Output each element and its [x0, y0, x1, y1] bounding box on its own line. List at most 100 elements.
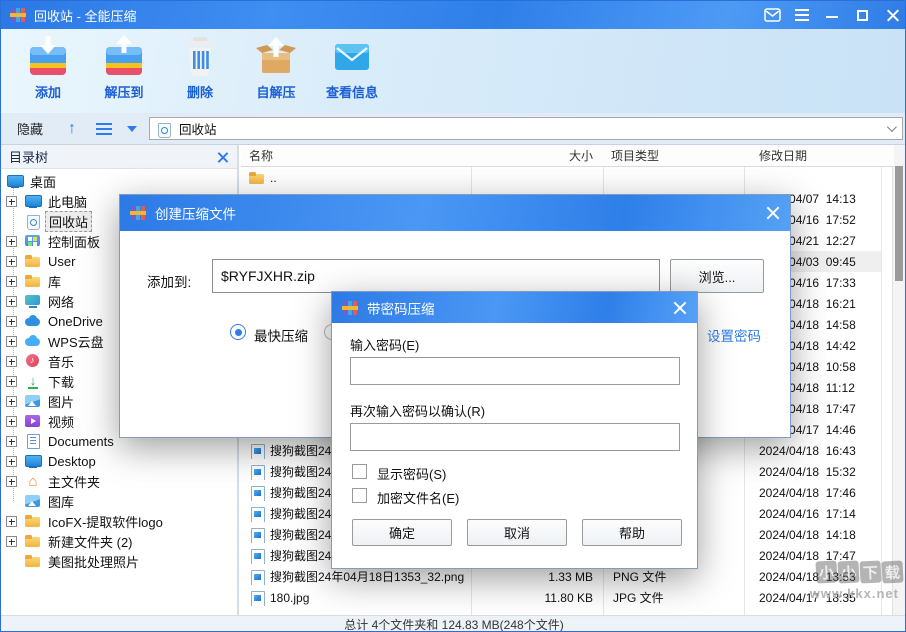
- main-toolbar: 添加 解压到 删除: [1, 29, 906, 113]
- expand-icon[interactable]: [6, 436, 17, 447]
- view-list-icon[interactable]: [96, 123, 112, 135]
- menu-button[interactable]: [787, 1, 817, 29]
- encrypt-filenames-checkbox[interactable]: [352, 488, 367, 503]
- dialog-titlebar[interactable]: 创建压缩文件: [120, 195, 790, 231]
- tree-item-home-folder[interactable]: 主文件夹: [1, 471, 237, 491]
- tree-item-desktop-root[interactable]: 桌面: [1, 171, 237, 191]
- column-name[interactable]: 名称: [241, 147, 471, 164]
- fastest-compress-radio[interactable]: [230, 324, 246, 340]
- sfx-button[interactable]: 自解压: [239, 34, 313, 108]
- app-logo-icon: [10, 7, 26, 23]
- table-row[interactable]: ..: [241, 167, 894, 188]
- archive-name-input[interactable]: [212, 259, 660, 293]
- tree-panel-header: 目录树: [1, 145, 237, 169]
- recycle-bin-icon: [24, 213, 42, 229]
- hide-panel-button[interactable]: 隐藏: [17, 119, 43, 138]
- confirm-password-input[interactable]: [350, 423, 680, 451]
- enter-password-label: 输入密码(E): [350, 335, 419, 354]
- confirm-password-label: 再次输入密码以确认(R): [350, 401, 485, 420]
- view-info-button[interactable]: 查看信息: [315, 34, 389, 108]
- expand-icon[interactable]: [6, 376, 17, 387]
- password-input[interactable]: [350, 357, 680, 385]
- column-date[interactable]: 修改日期: [744, 147, 807, 164]
- minimize-button[interactable]: [817, 1, 847, 29]
- show-password-checkbox[interactable]: [352, 464, 367, 479]
- folder-icon: [24, 273, 42, 289]
- expand-icon[interactable]: [6, 316, 17, 327]
- tree-item-desktop[interactable]: Desktop: [1, 451, 237, 471]
- archive-extract-icon: [102, 34, 146, 80]
- expand-icon[interactable]: [6, 456, 17, 467]
- address-bar[interactable]: 回收站: [149, 117, 903, 140]
- dialog-titlebar[interactable]: 带密码压缩: [332, 292, 697, 323]
- window-title: 回收站 - 全能压缩: [34, 6, 137, 25]
- expand-icon[interactable]: [6, 256, 17, 267]
- column-type[interactable]: 项目类型: [603, 147, 744, 164]
- dialog-title: 创建压缩文件: [155, 203, 236, 223]
- image-file-icon: [248, 548, 266, 564]
- app-logo-icon: [342, 300, 358, 316]
- column-size[interactable]: 大小: [471, 147, 603, 164]
- download-icon: [24, 373, 42, 389]
- expand-icon[interactable]: [6, 416, 17, 427]
- image-file-icon: [248, 590, 266, 606]
- tree-item-gallery[interactable]: 图库: [1, 491, 237, 511]
- mail-info-icon: [330, 34, 374, 80]
- maximize-button[interactable]: [847, 1, 877, 29]
- address-text: 回收站: [179, 119, 217, 138]
- ok-button[interactable]: 确定: [352, 519, 452, 546]
- close-icon[interactable]: [766, 206, 780, 220]
- computer-icon: [24, 193, 42, 209]
- address-dropdown-icon[interactable]: [887, 122, 897, 132]
- extract-to-button[interactable]: 解压到: [87, 34, 161, 108]
- image-file-icon: [248, 506, 266, 522]
- expand-icon[interactable]: [6, 516, 17, 527]
- image-file-icon: [248, 464, 266, 480]
- tree-item-icofx[interactable]: IcoFX-提取软件logo: [1, 511, 237, 531]
- expand-icon[interactable]: [6, 476, 17, 487]
- delete-button[interactable]: 删除: [163, 34, 237, 108]
- tree-item-new-folder[interactable]: 新建文件夹 (2): [1, 531, 237, 551]
- scrollbar-thumb[interactable]: [895, 166, 903, 281]
- feedback-mail-button[interactable]: [757, 1, 787, 29]
- hamburger-icon: [795, 9, 809, 21]
- dialog-body: 输入密码(E) 再次输入密码以确认(R) 显示密码(S) 加密文件名(E) 确定…: [332, 323, 697, 568]
- maximize-icon: [857, 10, 868, 21]
- status-bar: 总计 4个文件夹和 124.83 MB(248个文件): [1, 615, 906, 632]
- expand-icon[interactable]: [6, 396, 17, 407]
- expand-icon[interactable]: [6, 536, 17, 547]
- expand-icon[interactable]: [6, 356, 17, 367]
- up-directory-icon[interactable]: ↑: [57, 120, 87, 138]
- show-password-label: 显示密码(S): [377, 464, 446, 483]
- folder-icon: [24, 553, 42, 569]
- tree-item-meitu[interactable]: 美图批处理照片: [1, 551, 237, 571]
- close-icon[interactable]: [673, 301, 687, 315]
- dropdown-caret-icon[interactable]: [127, 126, 137, 132]
- vertical-scrollbar[interactable]: [892, 145, 905, 615]
- toolbar-label: 自解压: [256, 82, 295, 101]
- expand-icon[interactable]: [6, 236, 17, 247]
- network-icon: [24, 293, 42, 309]
- app-window: 回收站 - 全能压缩 添加: [0, 0, 906, 632]
- cancel-button[interactable]: 取消: [467, 519, 567, 546]
- dialog-title: 带密码压缩: [367, 298, 435, 318]
- browse-button[interactable]: 浏览...: [670, 259, 764, 293]
- help-button[interactable]: 帮助: [582, 519, 682, 546]
- set-password-link[interactable]: 设置密码: [707, 325, 761, 345]
- add-button[interactable]: 添加: [11, 34, 85, 108]
- encrypt-filenames-label: 加密文件名(E): [377, 488, 459, 507]
- document-icon: [24, 433, 42, 449]
- table-row[interactable]: 搜狗截图24年04月18日1353_32.png1.33 MBPNG 文件202…: [241, 566, 894, 587]
- toolbar-label: 查看信息: [326, 82, 378, 101]
- close-button[interactable]: [877, 1, 906, 29]
- expand-icon[interactable]: [6, 296, 17, 307]
- password-dialog: 带密码压缩 输入密码(E) 再次输入密码以确认(R) 显示密码(S) 加密文件名…: [331, 291, 698, 569]
- desktop-icon: [6, 173, 24, 189]
- expand-icon[interactable]: [6, 196, 17, 207]
- table-row[interactable]: 180.jpg11.80 KBJPG 文件2024/04/17 18:35: [241, 587, 894, 608]
- expand-icon[interactable]: [6, 336, 17, 347]
- close-panel-icon[interactable]: [217, 151, 229, 163]
- home-icon: [24, 473, 42, 489]
- expand-icon[interactable]: [6, 276, 17, 287]
- titlebar[interactable]: 回收站 - 全能压缩: [1, 1, 906, 29]
